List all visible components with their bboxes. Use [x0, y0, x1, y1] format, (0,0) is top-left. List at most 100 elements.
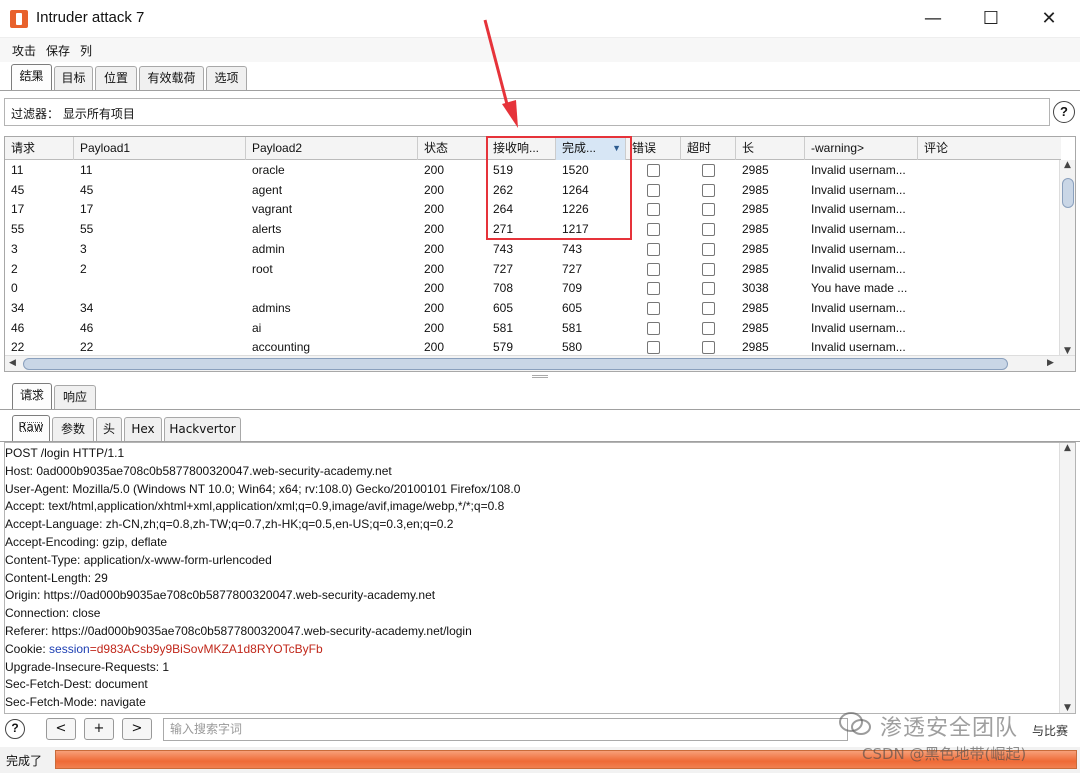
scroll-left-icon[interactable]: ◀ — [9, 358, 16, 368]
cell-payload1: 45 — [80, 182, 94, 197]
timeout-checkbox[interactable] — [702, 183, 715, 197]
col-error[interactable]: 错误 — [626, 137, 681, 160]
cell-payload2 — [246, 279, 252, 299]
close-button[interactable]: ✕ — [1026, 6, 1072, 32]
error-checkbox[interactable] — [647, 164, 660, 177]
error-checkbox[interactable] — [647, 282, 660, 296]
cell-payload2: ai — [252, 320, 262, 335]
table-row[interactable]: 46 46 ai 200 581 581 2985 Invalid usernam... — [5, 319, 1061, 339]
tab-request[interactable]: 请求 — [12, 383, 52, 410]
splitter-grip[interactable] — [532, 375, 548, 378]
search-add-button[interactable]: + — [84, 718, 114, 740]
cell-status: 200 — [424, 182, 445, 197]
timeout-checkbox[interactable] — [702, 242, 715, 256]
table-row[interactable]: 3 3 admin 200 743 743 2985 Invalid usernam... — [5, 240, 1061, 260]
cell-request: 17 — [11, 202, 25, 217]
request-line: Content-Length: 29 — [5, 570, 108, 585]
watermark-team: 渗透安全团队 — [880, 716, 1019, 741]
cell-length: 2985 — [742, 300, 769, 315]
timeout-checkbox[interactable] — [702, 203, 715, 217]
tab-options[interactable]: 选项 — [206, 66, 247, 90]
tab-target[interactable]: 目标 — [54, 66, 93, 90]
tab-params[interactable]: 参数 — [52, 417, 94, 441]
timeout-checkbox[interactable] — [702, 282, 715, 296]
menu-save[interactable]: 保存 — [46, 42, 70, 59]
cell-completed: 605 — [562, 300, 583, 315]
search-input[interactable]: 输入搜索字词 — [163, 718, 848, 741]
filter-bar[interactable]: 过滤器： 显示所有项目 — [4, 98, 1050, 126]
annotation-highlight-box — [486, 136, 632, 240]
table-vertical-scrollbar[interactable]: ▲ ▼ — [1059, 160, 1075, 356]
horizontal-scroll-thumb[interactable] — [23, 358, 1008, 370]
cell-warning: Invalid usernam... — [811, 241, 906, 256]
error-checkbox[interactable] — [647, 242, 660, 256]
col-comment[interactable]: 评论 — [918, 137, 1061, 160]
timeout-checkbox[interactable] — [702, 301, 715, 315]
error-checkbox[interactable] — [647, 203, 660, 217]
tab-payloads[interactable]: 有效载荷 — [139, 66, 204, 90]
table-row[interactable]: 0 200 708 709 3038 You have made ... — [5, 279, 1061, 299]
error-checkbox[interactable] — [647, 341, 660, 355]
cell-payload2: alerts — [252, 222, 282, 237]
timeout-checkbox[interactable] — [702, 341, 715, 355]
col-request[interactable]: 请求 — [5, 137, 74, 160]
cell-length: 3038 — [742, 281, 769, 296]
table-row[interactable]: 34 34 admins 200 605 605 2985 Invalid usernam..… — [5, 299, 1061, 319]
tab-raw[interactable]: Raw — [12, 415, 50, 442]
scroll-right-icon[interactable]: ▶ — [1047, 358, 1054, 368]
tab-hex[interactable]: Hex — [124, 417, 162, 441]
error-checkbox[interactable] — [647, 301, 660, 315]
timeout-checkbox[interactable] — [702, 262, 715, 276]
tab-headers[interactable]: 头 — [96, 417, 122, 441]
request-vertical-scrollbar[interactable]: ▲ ▼ — [1059, 443, 1075, 713]
cell-request: 3 — [11, 241, 18, 256]
vertical-scroll-thumb[interactable] — [1062, 178, 1074, 208]
cell-status: 200 — [424, 320, 445, 335]
col-timeout[interactable]: 超时 — [681, 137, 736, 160]
cell-request: 2 — [11, 261, 18, 276]
table-horizontal-scrollbar[interactable]: ◀ ▶ — [5, 355, 1075, 371]
error-checkbox[interactable] — [647, 223, 660, 237]
scroll-up-icon[interactable]: ▲ — [1064, 160, 1071, 170]
timeout-checkbox[interactable] — [702, 321, 715, 335]
cell-request: 46 — [11, 320, 25, 335]
error-checkbox[interactable] — [647, 262, 660, 276]
col-status[interactable]: 状态 — [418, 137, 487, 160]
menu-attack[interactable]: 攻击 — [12, 42, 36, 59]
menu-columns[interactable]: 列 — [80, 42, 92, 59]
maximize-button[interactable]: ☐ — [968, 6, 1014, 32]
tab-positions[interactable]: 位置 — [95, 66, 137, 90]
timeout-checkbox[interactable] — [702, 164, 715, 177]
request-line: Accept: text/html,application/xhtml+xml,… — [5, 499, 505, 514]
timeout-checkbox[interactable] — [702, 223, 715, 237]
req-scroll-down-icon[interactable]: ▼ — [1064, 703, 1071, 713]
error-checkbox[interactable] — [647, 321, 660, 335]
cell-warning: Invalid usernam... — [811, 163, 906, 177]
search-prev-button[interactable]: < — [46, 718, 76, 740]
table-row[interactable]: 2 2 root 200 727 727 2985 Invalid usernam... — [5, 260, 1061, 280]
col-payload1[interactable]: Payload1 — [74, 137, 246, 160]
req-scroll-up-icon[interactable]: ▲ — [1064, 443, 1071, 453]
pane-splitter[interactable] — [0, 373, 1080, 381]
col-payload2[interactable]: Payload2 — [246, 137, 418, 160]
col-warning[interactable]: -warning> — [805, 137, 918, 160]
request-line: Accept-Language: zh-CN,zh;q=0.8,zh-TW;q=… — [5, 517, 454, 532]
req-resp-tab-row: 请求 响应 — [0, 383, 1080, 410]
search-next-button[interactable]: > — [122, 718, 152, 740]
error-checkbox[interactable] — [647, 183, 660, 197]
request-editor[interactable]: POST /login HTTP/1.1 Host: 0ad000b9035ae7… — [4, 442, 1076, 714]
tab-hackvertor[interactable]: Hackvertor — [164, 417, 241, 441]
tab-response[interactable]: 响应 — [54, 385, 96, 409]
cell-received: 727 — [493, 261, 514, 276]
col-length[interactable]: 长 — [736, 137, 805, 160]
search-help-icon[interactable]: ? — [5, 719, 25, 739]
cell-payload1: 55 — [80, 222, 94, 237]
cell-request: 34 — [11, 300, 25, 315]
cell-warning: You have made ... — [811, 281, 908, 296]
main-tab-row: 结果 目标 位置 有效载荷 选项 — [0, 64, 1080, 91]
help-icon[interactable]: ? — [1053, 101, 1075, 123]
cell-payload2: admin — [252, 241, 285, 256]
minimize-button[interactable]: — — [910, 6, 956, 32]
cell-length: 2985 — [742, 241, 769, 256]
tab-results[interactable]: 结果 — [11, 64, 52, 91]
